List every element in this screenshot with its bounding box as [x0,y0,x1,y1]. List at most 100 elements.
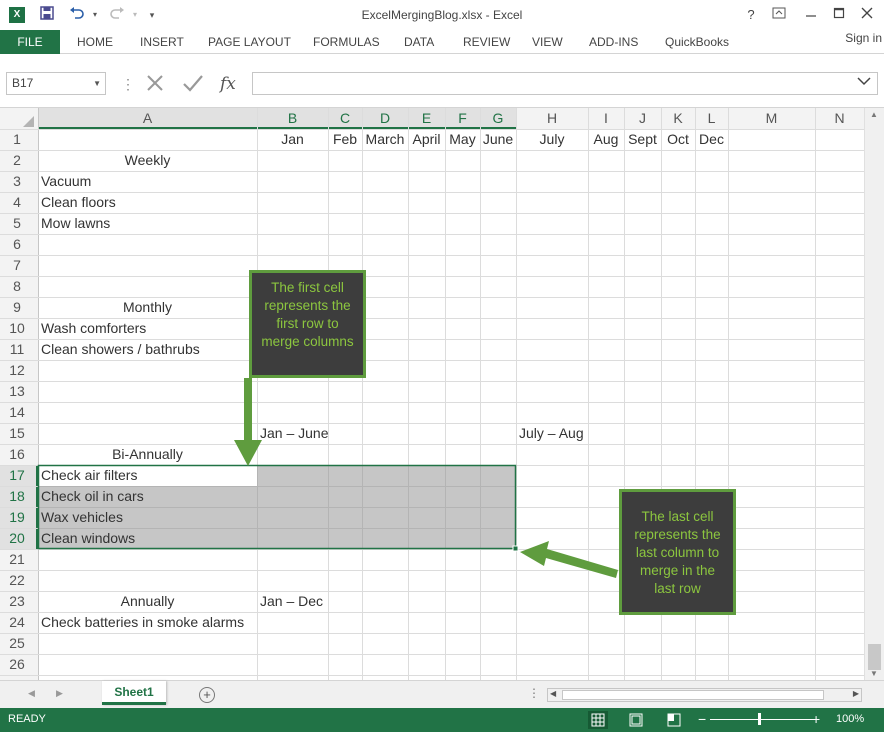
row-header-14[interactable]: 14 [0,402,34,423]
cell-a18[interactable]: Check oil in cars [41,486,144,507]
previous-sheet-icon[interactable]: ◀ [28,688,35,699]
column-header-e[interactable]: E [408,108,445,129]
cell-b15[interactable]: Jan – June [260,423,329,444]
row-header-20[interactable]: 20 [0,528,34,549]
cell-a19[interactable]: Wax vehicles [41,507,123,528]
cell-j1[interactable]: Sept [624,129,661,150]
row-header-4[interactable]: 4 [0,192,34,213]
cell-b1[interactable]: Jan [257,129,328,150]
column-header-j[interactable]: J [624,108,661,129]
expand-formula-icon[interactable] [857,76,871,89]
cell-a4[interactable]: Clean floors [41,192,116,213]
insert-function-icon[interactable]: fx [220,73,236,95]
help-icon[interactable]: ? [740,5,762,25]
tab-add-ins[interactable]: ADD-INS [589,30,638,54]
cell-b23[interactable]: Jan – Dec [260,591,323,612]
column-header-k[interactable]: K [661,108,695,129]
tab-view[interactable]: VIEW [532,30,563,54]
row-header-16[interactable]: 16 [0,444,34,465]
horizontal-scrollbar[interactable]: ◀ ▶ [547,688,862,702]
column-header-f[interactable]: F [445,108,480,129]
row-header-17[interactable]: 17 [0,465,34,486]
row-header-12[interactable]: 12 [0,360,34,381]
column-header-l[interactable]: L [695,108,728,129]
row-header-8[interactable]: 8 [0,276,34,297]
column-header-a[interactable]: A [38,108,257,129]
row-header-13[interactable]: 13 [0,381,34,402]
scroll-left-icon[interactable]: ◀ [550,689,556,698]
zoom-out-button[interactable]: − [698,711,706,727]
cell-a9[interactable]: Monthly [38,297,257,318]
tab-page-layout[interactable]: PAGE LAYOUT [208,30,291,54]
column-header-h[interactable]: H [516,108,588,129]
tab-file[interactable]: FILE [0,30,60,54]
tab-home[interactable]: HOME [77,30,113,54]
row-header-6[interactable]: 6 [0,234,34,255]
name-box[interactable]: B17 ▼ [6,72,106,95]
row-header-5[interactable]: 5 [0,213,34,234]
row-header-9[interactable]: 9 [0,297,34,318]
vertical-scroll-thumb[interactable] [868,644,881,670]
cell-a23[interactable]: Annually [38,591,257,612]
cell-a24[interactable]: Check batteries in smoke alarms [41,612,244,633]
cell-l1[interactable]: Dec [695,129,728,150]
cell-a2[interactable]: Weekly [38,150,257,171]
cell-e1[interactable]: April [408,129,445,150]
tab-data[interactable]: DATA [404,30,434,54]
row-header-26[interactable]: 26 [0,654,34,675]
column-header-g[interactable]: G [480,108,516,129]
zoom-slider[interactable] [710,719,814,720]
column-header-n[interactable]: N [815,108,864,129]
formula-input[interactable] [252,72,878,95]
page-break-view-icon[interactable] [664,711,684,729]
page-layout-view-icon[interactable] [626,711,646,729]
tab-insert[interactable]: INSERT [140,30,184,54]
cell-a5[interactable]: Mow lawns [41,213,110,234]
cell-h15[interactable]: July – Aug [519,423,584,444]
chevron-down-icon[interactable]: ▼ [93,73,101,94]
row-header-24[interactable]: 24 [0,612,34,633]
column-header-b[interactable]: B [257,108,328,129]
drag-handle-icon[interactable]: ⋮ [121,76,135,93]
column-header-m[interactable]: M [728,108,815,129]
drag-handle-icon[interactable]: ⋮ [528,686,540,700]
row-header-18[interactable]: 18 [0,486,34,507]
column-header-c[interactable]: C [328,108,362,129]
cell-c1[interactable]: Feb [328,129,362,150]
close-icon[interactable] [856,5,878,25]
row-header-3[interactable]: 3 [0,171,34,192]
cell-a3[interactable]: Vacuum [41,171,91,192]
row-header-25[interactable]: 25 [0,633,34,654]
tab-formulas[interactable]: FORMULAS [313,30,380,54]
minimize-icon[interactable] [800,5,822,25]
row-header-19[interactable]: 19 [0,507,34,528]
cell-a10[interactable]: Wash comforters [41,318,146,339]
row-header-23[interactable]: 23 [0,591,34,612]
next-sheet-icon[interactable]: ▶ [56,688,63,699]
cell-d1[interactable]: March [362,129,408,150]
enter-check-icon[interactable] [182,73,204,98]
cell-f1[interactable]: May [445,129,480,150]
zoom-slider-thumb[interactable] [758,713,761,725]
scroll-right-icon[interactable]: ▶ [853,689,859,698]
row-header-22[interactable]: 22 [0,570,34,591]
cell-k1[interactable]: Oct [661,129,695,150]
zoom-in-button[interactable]: + [812,711,820,727]
normal-view-icon[interactable] [588,711,608,729]
ribbon-display-icon[interactable] [768,5,790,25]
cell-a20[interactable]: Clean windows [41,528,135,549]
sheet-tab-sheet1[interactable]: Sheet1 [102,681,166,705]
vertical-scrollbar[interactable]: ▲ ▼ [864,108,884,680]
row-header-10[interactable]: 10 [0,318,34,339]
row-header-7[interactable]: 7 [0,255,34,276]
cell-h1[interactable]: July [516,129,588,150]
tab-quickbooks[interactable]: QuickBooks [665,30,729,54]
column-header-d[interactable]: D [362,108,408,129]
cell-a11[interactable]: Clean showers / bathrubs [41,339,200,360]
cell-g1[interactable]: June [480,129,516,150]
row-header-11[interactable]: 11 [0,339,34,360]
maximize-icon[interactable] [828,5,850,25]
cell-i1[interactable]: Aug [588,129,624,150]
scroll-up-icon[interactable]: ▲ [870,110,878,119]
horizontal-scroll-thumb[interactable] [562,690,824,700]
